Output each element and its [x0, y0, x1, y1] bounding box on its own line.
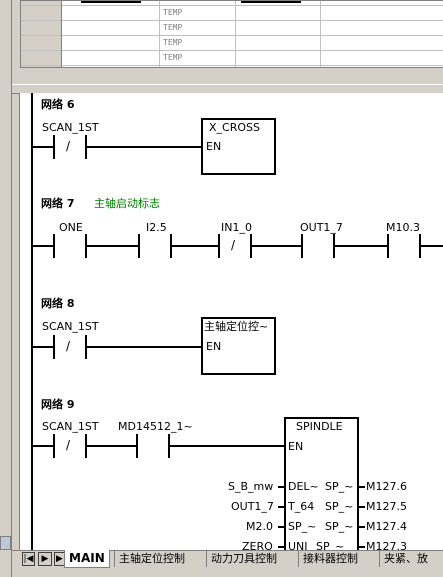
tab-main[interactable]: MAIN: [64, 550, 110, 568]
tab-receiver[interactable]: 接料器控制: [298, 551, 362, 567]
contact-label: ONE: [59, 221, 83, 234]
output-pin: SP_~: [316, 540, 345, 551]
negate-symbol: /: [231, 238, 236, 252]
box-en-pin: EN: [206, 140, 222, 153]
tab-scroll-next-button[interactable]: ▶: [38, 552, 52, 566]
network-title: 网络 8: [41, 297, 75, 310]
network-comment: 主轴启动标志: [94, 197, 160, 210]
network-title: 网络 9: [41, 398, 75, 411]
box-title: X_CROSS: [209, 121, 260, 134]
output-operand: M127.3: [366, 540, 407, 551]
ladder-editor[interactable]: 网络 6 SCAN_1ST / X_CROSS EN 网络 7 主轴启动标志 O…: [19, 93, 443, 550]
var-type-cell: TEMP: [163, 38, 183, 47]
input-operand: ZERO: [242, 540, 273, 551]
left-scroll-strip[interactable]: [0, 0, 12, 577]
output-pin: SP_~: [325, 500, 354, 513]
contact-label: SCAN_1ST: [42, 320, 99, 333]
output-operand: M127.6: [366, 480, 407, 493]
box-title: SPINDLE: [296, 420, 343, 433]
input-pin: SP_~: [288, 520, 317, 533]
tab-power-tool[interactable]: 动力刀具控制: [206, 551, 281, 567]
contact-left-bar: [53, 135, 55, 159]
input-pin: T_64: [288, 500, 315, 513]
box-title: 主轴定位控~: [204, 320, 269, 333]
var-type-cell: TEMP: [163, 23, 183, 32]
box-en-pin: EN: [288, 440, 304, 453]
input-operand: S_B_mw: [228, 480, 274, 493]
contact-label: SCAN_1ST: [42, 420, 99, 433]
contact-label: I2.5: [146, 221, 167, 234]
contact-label: MD14512_1~: [118, 420, 193, 433]
contact-label: M10.3: [386, 221, 420, 234]
contact-label: SCAN_1ST: [42, 121, 99, 134]
power-rail: [31, 93, 33, 550]
left-scroll-arrow[interactable]: [0, 536, 11, 550]
variable-table: TEMP TEMP TEMP TEMP: [20, 0, 443, 68]
negate-symbol: /: [66, 438, 71, 452]
output-operand: M127.5: [366, 500, 407, 513]
box-en-pin: EN: [206, 340, 222, 353]
input-pin: UNI: [288, 540, 308, 551]
tab-clamp[interactable]: 夹紧、放: [379, 551, 432, 567]
output-operand: M127.4: [366, 520, 407, 533]
output-pin: SP_~: [325, 520, 354, 533]
negate-symbol: /: [66, 139, 71, 153]
network-title: 网络 7: [41, 197, 75, 210]
input-operand: OUT1_7: [231, 500, 274, 513]
var-type-cell: TEMP: [163, 53, 183, 62]
tab-spindle-position[interactable]: 主轴定位控制: [114, 551, 189, 567]
negate-symbol: /: [66, 339, 71, 353]
input-operand: M2.0: [246, 520, 273, 533]
contact-label: OUT1_7: [300, 221, 343, 234]
tab-scroll-first-button[interactable]: |◀: [22, 552, 35, 566]
var-type-cell: TEMP: [163, 8, 183, 17]
contact-label: IN1_0: [221, 221, 252, 234]
output-pin: SP_~: [325, 480, 354, 493]
input-pin: DEL~: [288, 480, 319, 493]
network-title: 网络 6: [41, 98, 75, 111]
